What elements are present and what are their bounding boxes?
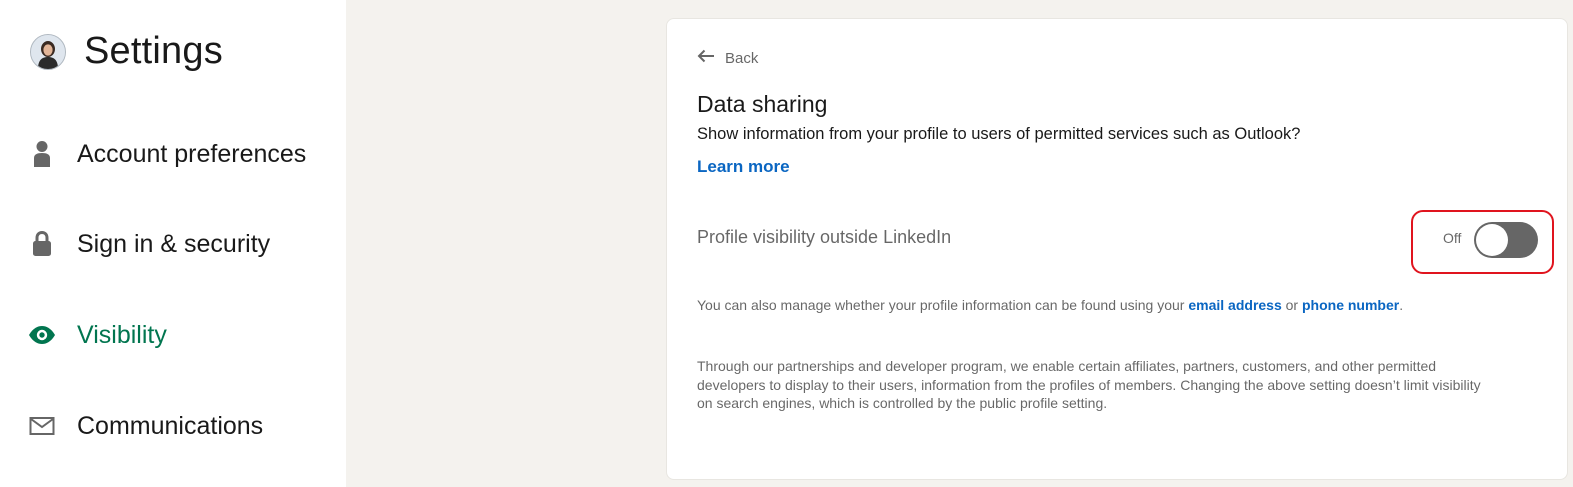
sidebar-item-label: Communications	[77, 411, 264, 440]
lock-icon	[28, 230, 56, 258]
envelope-icon	[28, 412, 56, 440]
email-address-link[interactable]: email address	[1188, 297, 1281, 313]
page-title: Settings	[84, 30, 223, 72]
arrow-left-icon	[697, 49, 715, 67]
toggle-knob	[1476, 224, 1508, 256]
sidebar: Settings Account preferences Sign in & s…	[0, 0, 346, 487]
manage-info-text: You can also manage whether your profile…	[697, 297, 1403, 313]
back-button[interactable]: Back	[697, 49, 758, 67]
sidebar-item-communications[interactable]: Communications	[28, 406, 263, 446]
settings-header: Settings	[30, 30, 223, 73]
person-icon	[28, 140, 56, 168]
profile-visibility-toggle[interactable]	[1474, 222, 1538, 258]
sidebar-item-visibility[interactable]: Visibility	[28, 315, 167, 355]
data-sharing-card: Back Data sharing Show information from …	[666, 18, 1568, 480]
manage-text-prefix: You can also manage whether your profile…	[697, 297, 1185, 313]
sidebar-item-label: Account preferences	[77, 139, 307, 168]
sidebar-item-label: Sign in & security	[77, 229, 271, 258]
partners-info-text: Through our partnerships and developer p…	[697, 358, 1481, 411]
setting-label: Profile visibility outside LinkedIn	[697, 227, 952, 247]
manage-text-middle: or	[1285, 297, 1299, 313]
manage-text-suffix: .	[1399, 297, 1404, 313]
back-label: Back	[725, 49, 759, 67]
sidebar-item-sign-in-security[interactable]: Sign in & security	[28, 224, 270, 264]
avatar[interactable]	[30, 33, 66, 70]
section-description: Show information from your profile to us…	[697, 125, 1301, 143]
sidebar-item-account-preferences[interactable]: Account preferences	[28, 134, 306, 174]
learn-more-link[interactable]: Learn more	[697, 157, 790, 177]
phone-number-link[interactable]: phone number	[1302, 297, 1399, 313]
sidebar-item-label: Visibility	[77, 320, 167, 349]
toggle-state-label: Off	[1443, 230, 1462, 246]
eye-icon	[28, 321, 56, 349]
section-title: Data sharing	[697, 91, 828, 117]
